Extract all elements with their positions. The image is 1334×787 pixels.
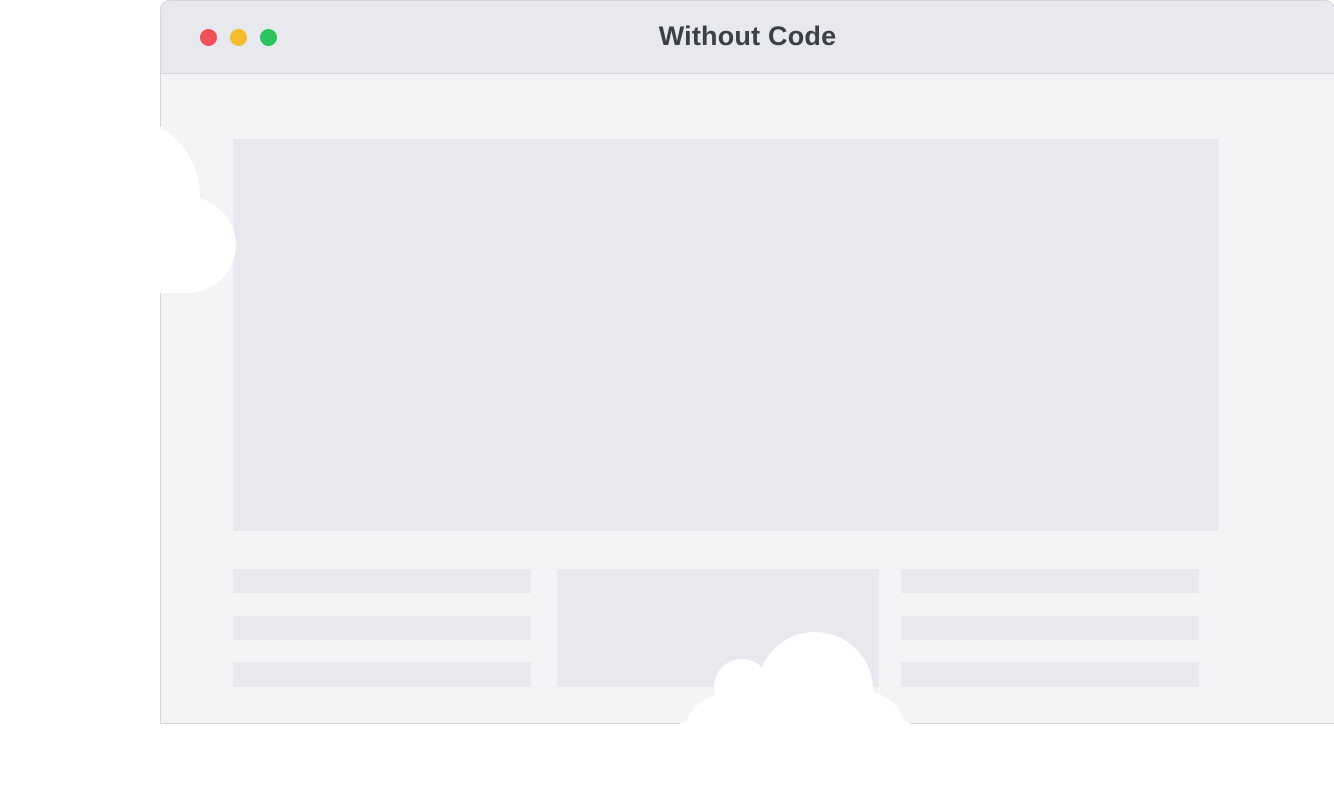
window-title: Without Code xyxy=(658,21,837,51)
cloud-icon xyxy=(680,632,910,787)
left-text-line-placeholder xyxy=(233,662,531,687)
cloud-icon xyxy=(0,116,236,293)
right-text-line-placeholder xyxy=(901,616,1199,640)
left-text-line-placeholder xyxy=(233,616,531,640)
right-text-line-placeholder xyxy=(901,662,1199,687)
hero-image-placeholder xyxy=(233,139,1219,531)
right-text-line-placeholder xyxy=(901,569,1199,593)
left-text-line-placeholder xyxy=(233,569,531,593)
title-bar: Without Code xyxy=(161,1,1334,74)
stage: Without Code xyxy=(0,0,1334,787)
